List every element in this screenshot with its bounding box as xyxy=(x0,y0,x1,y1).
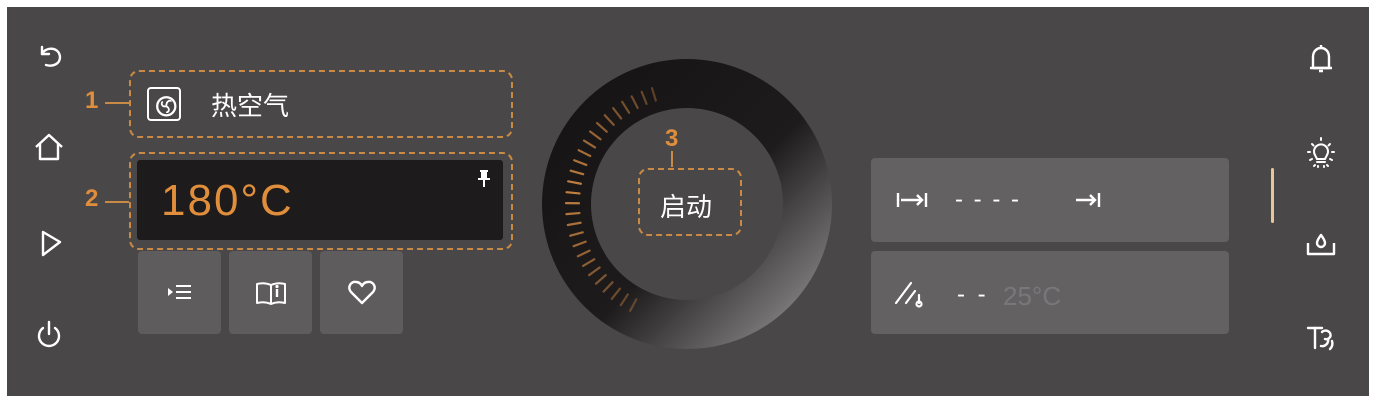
pin-icon[interactable] xyxy=(477,170,491,192)
fan-icon xyxy=(147,87,181,121)
water-tank-icon[interactable] xyxy=(1301,224,1341,264)
callout-2-leader xyxy=(105,201,129,203)
play-icon[interactable] xyxy=(30,224,70,264)
home-icon[interactable] xyxy=(29,127,69,167)
favorite-button[interactable] xyxy=(320,251,403,334)
bell-icon[interactable] xyxy=(1301,39,1341,79)
duration-icon xyxy=(896,193,928,207)
probe-temp: 25°C xyxy=(1003,281,1062,311)
dial-tick xyxy=(565,191,581,195)
callout-3-leader xyxy=(671,151,673,167)
callout-3: 3 xyxy=(665,125,679,152)
duration-box[interactable]: - - - - xyxy=(871,158,1229,242)
probe-dashes: - - xyxy=(957,281,989,308)
heart-icon xyxy=(347,280,376,304)
program-list-button[interactable] xyxy=(138,251,221,334)
power-icon[interactable] xyxy=(29,315,69,355)
mode-label: 热空气 xyxy=(211,92,290,122)
mode-selector[interactable]: 热空气 xyxy=(129,70,513,138)
oven-control-panel: 1 热空气 2 180°C 3 启动 - - - - - - 25°C xyxy=(7,7,1369,396)
duration-placeholder: - - - - xyxy=(955,186,1021,213)
temperature-value: 180°C xyxy=(161,176,294,225)
book-icon xyxy=(255,281,286,305)
temperature-display[interactable]: 180°C xyxy=(137,160,503,240)
active-indicator xyxy=(1271,168,1274,223)
callout-2: 2 xyxy=(85,185,99,212)
list-icon xyxy=(167,284,191,299)
dial-tick xyxy=(565,211,581,216)
end-time-icon xyxy=(1076,193,1101,207)
start-label: 启动 xyxy=(660,193,713,223)
light-icon[interactable] xyxy=(1301,132,1341,172)
callout-1: 1 xyxy=(85,87,99,114)
probe-icon xyxy=(894,281,923,308)
recipe-book-button[interactable] xyxy=(229,251,312,334)
start-button[interactable]: 启动 xyxy=(638,168,742,236)
callout-1-leader xyxy=(105,102,129,104)
back-icon[interactable] xyxy=(30,35,70,75)
steam-clean-icon[interactable] xyxy=(1301,317,1341,357)
probe-box[interactable]: - - 25°C xyxy=(871,251,1229,334)
